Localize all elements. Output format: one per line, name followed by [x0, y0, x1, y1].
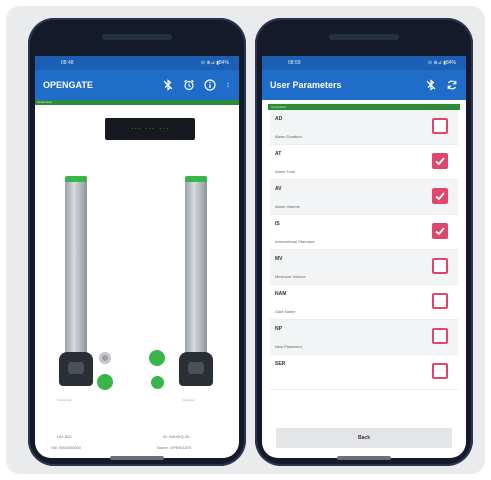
earpiece — [329, 34, 399, 40]
parameter-description: Gate Name — [275, 309, 296, 314]
parameter-code: AT — [275, 151, 282, 157]
checkbox-checked[interactable] — [432, 153, 448, 169]
parameter-code: IS — [275, 221, 280, 227]
back-button[interactable]: Back — [276, 428, 452, 448]
pedestal-tube — [185, 182, 207, 352]
phone-right: 08:59 ⊙ ⊕⊿ ▮84% User Parameters Connecte… — [255, 18, 473, 466]
parameter-row[interactable]: NP New Password — [270, 320, 458, 355]
bluetooth-off-icon[interactable] — [425, 79, 437, 91]
parameter-row[interactable]: IS International Standard — [270, 215, 458, 250]
parameter-description: New Password — [275, 344, 302, 349]
checkbox-unchecked[interactable] — [432, 363, 448, 379]
parameter-code: AV — [275, 186, 282, 192]
checkbox-unchecked[interactable] — [432, 258, 448, 274]
pedestal-base — [59, 352, 93, 386]
transmitter-pedestal — [59, 176, 93, 386]
parameter-code: NAM — [275, 291, 287, 297]
parameter-description: Minimum Volume — [275, 274, 306, 279]
receiver-led-small — [151, 376, 164, 389]
pedestal-tube — [65, 182, 87, 352]
home-indicator — [337, 456, 391, 460]
info-icon[interactable] — [204, 79, 216, 91]
status-time: 08:48 — [61, 60, 74, 66]
status-indicators: ⊙ ⊕⊿ ▮84% — [200, 60, 229, 66]
parameter-row[interactable]: MV Minimum Volume — [270, 250, 458, 285]
parameter-row[interactable]: AV Alarm Volume — [270, 180, 458, 215]
bluetooth-off-icon[interactable] — [162, 79, 174, 91]
status-led-on — [97, 374, 113, 390]
opengate-screen: 08:48 ⊙ ⊕⊿ ▮84% OPENGATE Connected --- -… — [35, 56, 239, 458]
check-icon — [435, 192, 445, 201]
check-icon — [435, 227, 445, 236]
id-value: ID: MAXEQ-26 — [163, 434, 190, 439]
receiver-pedestal — [179, 176, 213, 386]
lw-value: LW: 820 — [57, 434, 72, 439]
alarm-icon[interactable] — [183, 79, 195, 91]
status-bar: 08:48 ⊙ ⊕⊿ ▮84% — [35, 56, 239, 70]
more-vert-icon[interactable] — [225, 79, 231, 91]
parameter-row[interactable]: NAM Gate Name — [270, 285, 458, 320]
home-indicator — [110, 456, 164, 460]
parameter-row[interactable]: SER — [270, 355, 458, 390]
connection-bar: Connected — [35, 100, 239, 105]
app-bar: OPENGATE — [35, 70, 239, 100]
checkbox-unchecked[interactable] — [432, 293, 448, 309]
parameter-row[interactable]: AT Alarm Tone — [270, 145, 458, 180]
receiver-label: Receiver — [183, 398, 195, 402]
status-led-off — [99, 352, 111, 364]
pedestal-base — [179, 352, 213, 386]
parameter-description: International Standard — [275, 239, 315, 244]
checkbox-checked[interactable] — [432, 223, 448, 239]
checkbox-unchecked[interactable] — [432, 118, 448, 134]
user-parameters-screen: 08:59 ⊙ ⊕⊿ ▮84% User Parameters Connecte… — [262, 56, 466, 458]
parameter-code: AD — [275, 116, 283, 122]
status-bar: 08:59 ⊙ ⊕⊿ ▮84% — [262, 56, 466, 70]
app-bar: User Parameters — [262, 70, 466, 100]
parameter-description: Alarm Tone — [275, 169, 296, 174]
checkbox-unchecked[interactable] — [432, 328, 448, 344]
refresh-icon[interactable] — [446, 79, 458, 91]
parameter-code: SER — [275, 361, 286, 367]
screen-title: User Parameters — [270, 80, 342, 90]
earpiece — [102, 34, 172, 40]
status-indicators: ⊙ ⊕⊿ ▮84% — [427, 60, 456, 66]
parameter-list: AD Alarm Duration AT Alarm Tone AV Alarm Volu… — [262, 110, 466, 390]
serial-value: SN: 0000000000 — [51, 445, 82, 450]
parameter-description: Alarm Duration — [275, 134, 302, 139]
parameter-description: Alarm Volume — [275, 204, 300, 209]
parameter-code: NP — [275, 326, 282, 332]
parameter-row[interactable]: AD Alarm Duration — [270, 110, 458, 145]
parameter-code: MV — [275, 256, 283, 262]
gate-display: --- --- --- — [105, 118, 195, 140]
checkbox-checked[interactable] — [432, 188, 448, 204]
check-icon — [435, 157, 445, 166]
name-value: Name: OPENGATE — [157, 445, 192, 450]
phone-left: 08:48 ⊙ ⊕⊿ ▮84% OPENGATE Connected --- -… — [28, 18, 246, 466]
app-title: OPENGATE — [43, 80, 93, 90]
status-time: 08:59 — [288, 60, 301, 66]
receiver-led-on — [149, 350, 165, 366]
transmitter-label: Transmitter — [57, 398, 73, 402]
